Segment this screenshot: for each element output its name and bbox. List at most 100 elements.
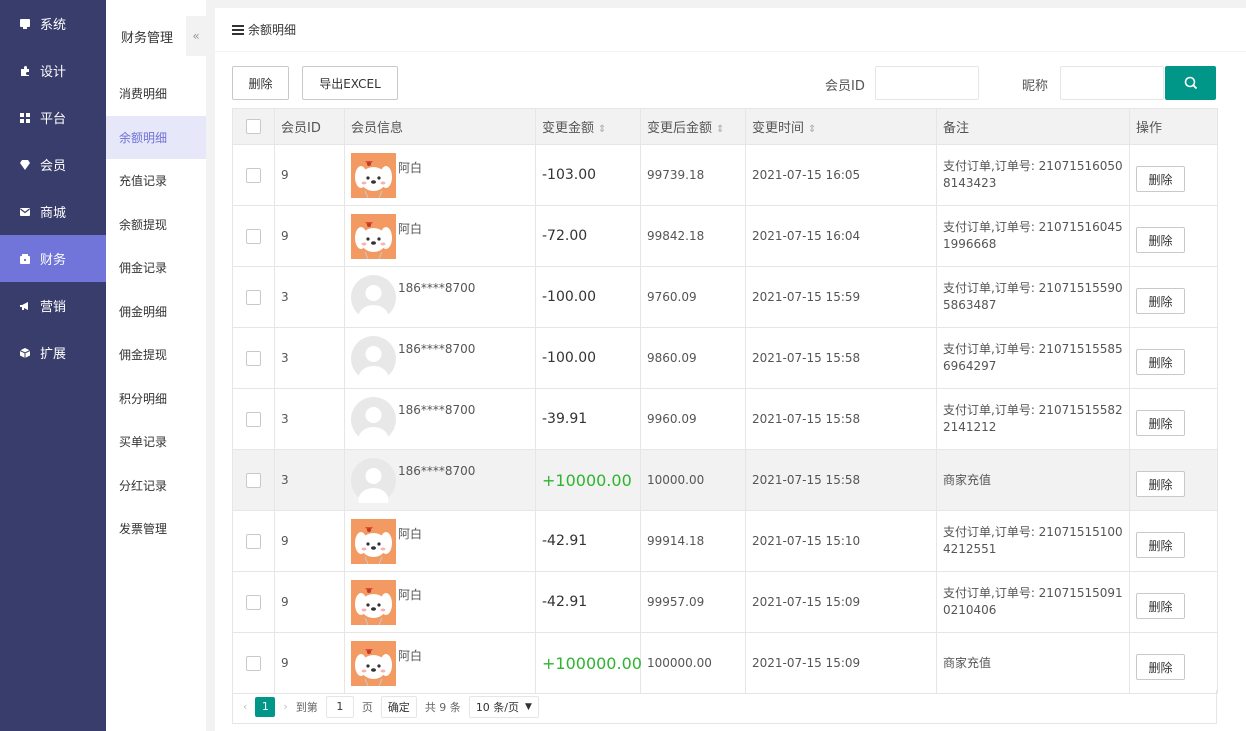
member-info-cell: 阿白 — [344, 205, 536, 267]
nickname-label: 昵称 — [1022, 79, 1049, 94]
select-cell — [232, 571, 275, 633]
select-all-checkbox[interactable] — [246, 119, 261, 134]
row-checkbox[interactable] — [246, 594, 261, 610]
sidebar-item[interactable]: 营销 — [0, 282, 106, 329]
row-checkbox[interactable] — [246, 411, 261, 427]
row-delete-button[interactable]: 删除 — [1136, 593, 1185, 619]
member-id-label: 会员ID — [825, 79, 865, 94]
after-amount-cell: 99842.18 — [640, 205, 746, 267]
nickname-input[interactable] — [1060, 66, 1164, 100]
row-checkbox[interactable] — [246, 655, 261, 671]
member-info-cell: 186****8700 — [344, 388, 536, 450]
subnav-item[interactable]: 消费明细 — [106, 72, 206, 116]
sidebar-item[interactable]: 会员 — [0, 141, 106, 188]
row-delete-button[interactable]: 删除 — [1136, 410, 1185, 436]
goto-page-input[interactable]: 1 — [325, 695, 354, 718]
row-checkbox[interactable] — [246, 472, 261, 488]
delete-button[interactable]: 删除 — [232, 66, 289, 100]
change-amount-cell: -72.00 — [535, 205, 641, 267]
prev-page-icon[interactable]: ‹ — [243, 700, 247, 713]
select-cell — [232, 327, 275, 389]
header-change-amount[interactable]: 变更金额 ⇕ — [535, 108, 641, 145]
page-size-value: 10 条/页 — [475, 700, 520, 714]
member-info-cell: 阿白 — [344, 632, 536, 694]
subnav-item[interactable]: 佣金明细 — [106, 290, 206, 334]
panel-header: 余额明细 — [215, 8, 1246, 52]
header-after-amount[interactable]: 变更后金额 ⇕ — [640, 108, 746, 145]
row-checkbox[interactable] — [246, 167, 261, 183]
sidebar-item[interactable]: 商城 — [0, 188, 106, 235]
sidebar-item-label: 扩展 — [40, 347, 67, 362]
member-id-input[interactable] — [875, 66, 979, 100]
page-size-select[interactable]: 10 条/页 ▼ — [468, 695, 539, 718]
row-delete-button[interactable]: 删除 — [1136, 227, 1185, 253]
header-change-time[interactable]: 变更时间 ⇕ — [745, 108, 937, 145]
row-delete-button[interactable]: 删除 — [1136, 349, 1185, 375]
member-info-cell: 186****8700 — [344, 266, 536, 328]
member-name: 186****8700 — [398, 402, 476, 417]
change-time-cell: 2021-07-15 15:10 — [745, 510, 937, 572]
subnav-item[interactable]: 发票管理 — [106, 507, 206, 551]
sidebar-item[interactable]: 平台 — [0, 94, 106, 141]
sidebar-item[interactable]: 扩展 — [0, 329, 106, 376]
toolbar: 删除 导出EXCEL 会员ID 昵称 — [232, 66, 1216, 100]
change-amount-cell: +100000.00 — [535, 632, 642, 694]
sort-icon[interactable]: ⇕ — [716, 124, 724, 135]
subnav-item[interactable]: 积分明细 — [106, 377, 206, 421]
sidebar-item[interactable]: 财务 — [0, 235, 106, 282]
remark-cell: 支付订单,订单号: 210715155856964297 — [936, 327, 1130, 389]
main-panel: 余额明细 删除 导出EXCEL 会员ID 昵称 会员ID 会员信息 变更金额 ⇕ … — [215, 8, 1246, 731]
subnav-item[interactable]: 余额明细 — [106, 115, 206, 159]
row-checkbox[interactable] — [246, 289, 261, 305]
row-delete-button[interactable]: 删除 — [1136, 288, 1185, 314]
sidebar-item-label: 系统 — [40, 18, 67, 33]
sort-icon[interactable]: ⇕ — [808, 124, 816, 135]
member-id-cell: 3 — [274, 266, 345, 328]
action-cell: 删除 — [1129, 510, 1218, 572]
next-page-icon[interactable]: › — [283, 700, 287, 713]
header-action: 操作 — [1129, 108, 1218, 145]
row-delete-button[interactable]: 删除 — [1136, 532, 1185, 558]
sidebar-item[interactable]: 系统 — [0, 0, 106, 47]
goto-confirm-button[interactable]: 确定 — [380, 695, 417, 718]
search-button[interactable] — [1165, 66, 1216, 100]
subnav-item[interactable]: 买单记录 — [106, 420, 206, 464]
subnav-item[interactable]: 余额提现 — [106, 203, 206, 247]
row-checkbox[interactable] — [246, 228, 261, 244]
avatar — [351, 396, 396, 442]
header-remark: 备注 — [936, 108, 1130, 145]
avatar — [351, 579, 396, 625]
after-amount-cell: 99739.18 — [640, 144, 746, 206]
action-cell: 删除 — [1129, 388, 1218, 450]
subnav-item[interactable]: 分红记录 — [106, 464, 206, 508]
member-info-cell: 阿白 — [344, 510, 536, 572]
row-checkbox[interactable] — [246, 533, 261, 549]
change-amount: -103.00 — [542, 167, 597, 183]
remark-cell: 支付订单,订单号: 210715160508143423 — [936, 144, 1130, 206]
sort-icon[interactable]: ⇕ — [598, 124, 606, 135]
member-info-cell: 186****8700 — [344, 449, 536, 511]
subnav-item[interactable]: 佣金提现 — [106, 333, 206, 377]
page-button-current[interactable]: 1 — [255, 696, 276, 717]
row-delete-button[interactable]: 删除 — [1136, 471, 1185, 497]
subnav-item[interactable]: 佣金记录 — [106, 246, 206, 290]
export-excel-button[interactable]: 导出EXCEL — [302, 66, 398, 100]
row-delete-button[interactable]: 删除 — [1136, 166, 1185, 192]
row-delete-button[interactable]: 删除 — [1136, 654, 1185, 680]
table-row: 9 阿白 -103.00 99739.18 2021-07-15 16:05 支付订单,订… — [232, 144, 1218, 206]
sidebar-item-label: 商城 — [40, 206, 67, 221]
member-name: 阿白 — [398, 526, 423, 541]
select-cell — [232, 632, 275, 694]
remark-cell: 支付订单,订单号: 210715155822141212 — [936, 388, 1130, 450]
remark-cell: 支付订单,订单号: 210715151004212551 — [936, 510, 1130, 572]
sidebar-item-label: 平台 — [40, 112, 67, 127]
subnav-item[interactable]: 充值记录 — [106, 159, 206, 203]
chevron-down-icon: ▼ — [525, 701, 532, 712]
sidebar-item[interactable]: 设计 — [0, 47, 106, 94]
row-checkbox[interactable] — [246, 350, 261, 366]
member-info-cell: 阿白 — [344, 144, 536, 206]
collapse-button[interactable]: « — [186, 16, 206, 56]
change-amount: -39.91 — [542, 411, 588, 427]
action-cell: 删除 — [1129, 449, 1218, 511]
change-amount-cell: +10000.00 — [535, 449, 641, 511]
